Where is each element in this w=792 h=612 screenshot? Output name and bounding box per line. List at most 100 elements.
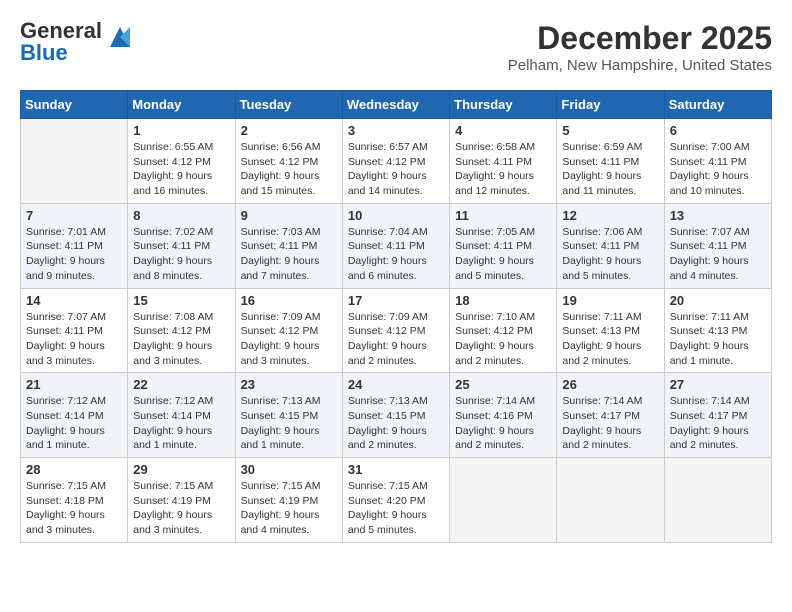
day-number: 11	[455, 208, 551, 223]
calendar-cell: 27 Sunrise: 7:14 AMSunset: 4:17 PMDayligh…	[664, 373, 771, 458]
day-info: Sunrise: 7:13 AMSunset: 4:15 PMDaylight:…	[348, 394, 444, 453]
calendar-cell	[450, 458, 557, 543]
day-info: Sunrise: 7:14 AMSunset: 4:17 PMDaylight:…	[562, 394, 658, 453]
day-info: Sunrise: 6:59 AMSunset: 4:11 PMDaylight:…	[562, 140, 658, 199]
day-number: 20	[670, 293, 766, 308]
day-number: 10	[348, 208, 444, 223]
calendar-cell: 11 Sunrise: 7:05 AMSunset: 4:11 PMDayligh…	[450, 203, 557, 288]
day-info: Sunrise: 7:11 AMSunset: 4:13 PMDaylight:…	[562, 310, 658, 369]
day-number: 19	[562, 293, 658, 308]
calendar-cell: 22 Sunrise: 7:12 AMSunset: 4:14 PMDayligh…	[128, 373, 235, 458]
calendar-cell: 29Sunrise: 7:15 AMSunset: 4:19 PMDayligh…	[128, 458, 235, 543]
day-info: Sunrise: 6:58 AMSunset: 4:11 PMDaylight:…	[455, 140, 551, 199]
day-number: 13	[670, 208, 766, 223]
day-info: Sunrise: 6:56 AMSunset: 4:12 PMDaylight:…	[241, 140, 337, 199]
day-number: 24	[348, 377, 444, 392]
logo: GeneralBlue	[20, 20, 134, 64]
day-number: 8	[133, 208, 229, 223]
calendar-header-wednesday: Wednesday	[342, 91, 449, 119]
day-info: Sunrise: 7:05 AMSunset: 4:11 PMDaylight:…	[455, 225, 551, 284]
calendar-cell: 18 Sunrise: 7:10 AMSunset: 4:12 PMDayligh…	[450, 288, 557, 373]
calendar-cell: 8 Sunrise: 7:02 AMSunset: 4:11 PMDaylight…	[128, 203, 235, 288]
calendar-header-tuesday: Tuesday	[235, 91, 342, 119]
calendar-cell: 30Sunrise: 7:15 AMSunset: 4:19 PMDayligh…	[235, 458, 342, 543]
calendar-week-row: 1 Sunrise: 6:55 AMSunset: 4:12 PMDaylight…	[21, 119, 772, 204]
calendar-cell: 15 Sunrise: 7:08 AMSunset: 4:12 PMDayligh…	[128, 288, 235, 373]
calendar-header-thursday: Thursday	[450, 91, 557, 119]
day-info: Sunrise: 7:15 AMSunset: 4:20 PMDaylight:…	[348, 479, 444, 538]
day-info: Sunrise: 7:14 AMSunset: 4:16 PMDaylight:…	[455, 394, 551, 453]
day-info: Sunrise: 7:15 AMSunset: 4:19 PMDaylight:…	[133, 479, 229, 538]
title-section: December 2025 Pelham, New Hampshire, Uni…	[508, 20, 772, 74]
day-info: Sunrise: 7:09 AMSunset: 4:12 PMDaylight:…	[348, 310, 444, 369]
day-number: 5	[562, 123, 658, 138]
day-info: Sunrise: 6:55 AMSunset: 4:12 PMDaylight:…	[133, 140, 229, 199]
day-number: 27	[670, 377, 766, 392]
calendar-header-sunday: Sunday	[21, 91, 128, 119]
calendar-cell: 19 Sunrise: 7:11 AMSunset: 4:13 PMDayligh…	[557, 288, 664, 373]
day-number: 22	[133, 377, 229, 392]
calendar-cell	[557, 458, 664, 543]
calendar-cell: 12Sunrise: 7:06 AMSunset: 4:11 PMDayligh…	[557, 203, 664, 288]
calendar-cell: 10 Sunrise: 7:04 AMSunset: 4:11 PMDayligh…	[342, 203, 449, 288]
calendar-cell: 2Sunrise: 6:56 AMSunset: 4:12 PMDaylight…	[235, 119, 342, 204]
day-number: 16	[241, 293, 337, 308]
calendar-header-saturday: Saturday	[664, 91, 771, 119]
calendar-week-row: 28Sunrise: 7:15 AMSunset: 4:18 PMDayligh…	[21, 458, 772, 543]
day-info: Sunrise: 7:00 AMSunset: 4:11 PMDaylight:…	[670, 140, 766, 199]
day-number: 15	[133, 293, 229, 308]
day-number: 9	[241, 208, 337, 223]
day-info: Sunrise: 7:13 AMSunset: 4:15 PMDaylight:…	[241, 394, 337, 453]
day-info: Sunrise: 7:10 AMSunset: 4:12 PMDaylight:…	[455, 310, 551, 369]
day-info: Sunrise: 7:07 AMSunset: 4:11 PMDaylight:…	[670, 225, 766, 284]
day-info: Sunrise: 7:07 AMSunset: 4:11 PMDaylight:…	[26, 310, 122, 369]
calendar-cell: 23 Sunrise: 7:13 AMSunset: 4:15 PMDayligh…	[235, 373, 342, 458]
day-number: 25	[455, 377, 551, 392]
calendar-cell: 17 Sunrise: 7:09 AMSunset: 4:12 PMDayligh…	[342, 288, 449, 373]
day-number: 17	[348, 293, 444, 308]
day-info: Sunrise: 7:04 AMSunset: 4:11 PMDaylight:…	[348, 225, 444, 284]
calendar-cell: 3Sunrise: 6:57 AMSunset: 4:12 PMDaylight…	[342, 119, 449, 204]
logo-icon	[106, 23, 134, 51]
day-info: Sunrise: 7:02 AMSunset: 4:11 PMDaylight:…	[133, 225, 229, 284]
calendar-week-row: 7 Sunrise: 7:01 AMSunset: 4:11 PMDaylight…	[21, 203, 772, 288]
calendar-cell: 1 Sunrise: 6:55 AMSunset: 4:12 PMDaylight…	[128, 119, 235, 204]
calendar-cell: 20Sunrise: 7:11 AMSunset: 4:13 PMDayligh…	[664, 288, 771, 373]
day-info: Sunrise: 7:15 AMSunset: 4:19 PMDaylight:…	[241, 479, 337, 538]
calendar-cell: 24 Sunrise: 7:13 AMSunset: 4:15 PMDayligh…	[342, 373, 449, 458]
calendar-cell: 4 Sunrise: 6:58 AMSunset: 4:11 PMDaylight…	[450, 119, 557, 204]
logo-text: GeneralBlue	[20, 20, 102, 64]
calendar-header-monday: Monday	[128, 91, 235, 119]
day-number: 26	[562, 377, 658, 392]
day-info: Sunrise: 7:14 AMSunset: 4:17 PMDaylight:…	[670, 394, 766, 453]
day-info: Sunrise: 7:15 AMSunset: 4:18 PMDaylight:…	[26, 479, 122, 538]
calendar-cell: 25 Sunrise: 7:14 AMSunset: 4:16 PMDayligh…	[450, 373, 557, 458]
day-number: 6	[670, 123, 766, 138]
day-number: 23	[241, 377, 337, 392]
day-number: 1	[133, 123, 229, 138]
day-number: 4	[455, 123, 551, 138]
day-number: 12	[562, 208, 658, 223]
calendar-cell: 16 Sunrise: 7:09 AMSunset: 4:12 PMDayligh…	[235, 288, 342, 373]
calendar-cell: 28Sunrise: 7:15 AMSunset: 4:18 PMDayligh…	[21, 458, 128, 543]
calendar-table: SundayMondayTuesdayWednesdayThursdayFrid…	[20, 90, 772, 543]
calendar-header-row: SundayMondayTuesdayWednesdayThursdayFrid…	[21, 91, 772, 119]
day-info: Sunrise: 7:09 AMSunset: 4:12 PMDaylight:…	[241, 310, 337, 369]
calendar-cell: 21Sunrise: 7:12 AMSunset: 4:14 PMDayligh…	[21, 373, 128, 458]
day-number: 18	[455, 293, 551, 308]
calendar-cell: 26 Sunrise: 7:14 AMSunset: 4:17 PMDayligh…	[557, 373, 664, 458]
day-info: Sunrise: 7:08 AMSunset: 4:12 PMDaylight:…	[133, 310, 229, 369]
calendar-cell: 13 Sunrise: 7:07 AMSunset: 4:11 PMDayligh…	[664, 203, 771, 288]
calendar-week-row: 14 Sunrise: 7:07 AMSunset: 4:11 PMDayligh…	[21, 288, 772, 373]
day-number: 7	[26, 208, 122, 223]
day-info: Sunrise: 7:01 AMSunset: 4:11 PMDaylight:…	[26, 225, 122, 284]
day-info: Sunrise: 7:12 AMSunset: 4:14 PMDaylight:…	[133, 394, 229, 453]
calendar-cell: 5 Sunrise: 6:59 AMSunset: 4:11 PMDaylight…	[557, 119, 664, 204]
calendar-cell: 14 Sunrise: 7:07 AMSunset: 4:11 PMDayligh…	[21, 288, 128, 373]
calendar-cell: 31Sunrise: 7:15 AMSunset: 4:20 PMDayligh…	[342, 458, 449, 543]
calendar-cell	[664, 458, 771, 543]
day-number: 14	[26, 293, 122, 308]
page-header: GeneralBlue December 2025 Pelham, New Ha…	[20, 20, 772, 74]
calendar-cell	[21, 119, 128, 204]
calendar-cell: 6 Sunrise: 7:00 AMSunset: 4:11 PMDaylight…	[664, 119, 771, 204]
